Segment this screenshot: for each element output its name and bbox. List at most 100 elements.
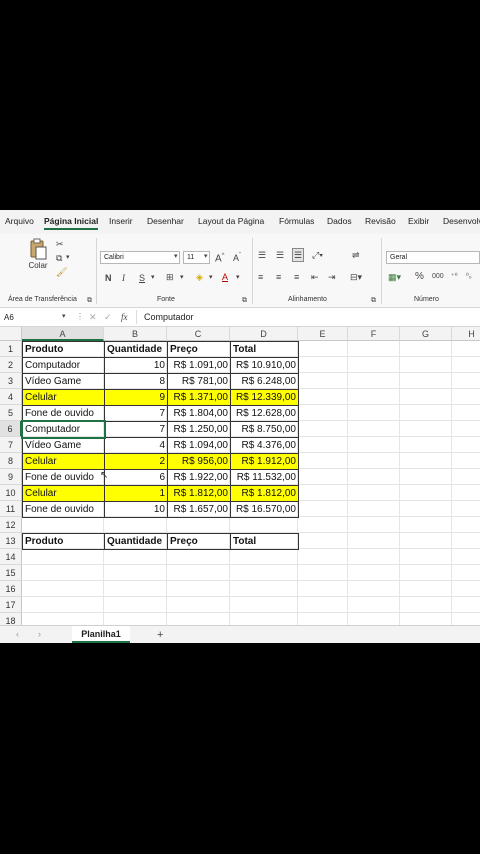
cell[interactable]: [400, 469, 452, 485]
align-bottom-icon[interactable]: ☰: [292, 248, 305, 262]
header-cell[interactable]: Produto: [22, 341, 105, 358]
cell[interactable]: [400, 389, 452, 405]
tab-layout-da-p-gina[interactable]: Layout da Página: [198, 216, 264, 226]
column-header-h[interactable]: H: [452, 327, 480, 341]
cell[interactable]: [230, 597, 298, 613]
data-cell-total[interactable]: R$ 1.912,00: [230, 453, 299, 470]
tab-exibir[interactable]: Exibir: [408, 216, 429, 226]
data-cell-preco[interactable]: R$ 1.657,00: [167, 501, 231, 518]
cell[interactable]: [400, 549, 452, 565]
cell[interactable]: [452, 437, 480, 453]
data-cell-qtd[interactable]: 4: [104, 437, 168, 454]
cell[interactable]: [348, 373, 400, 389]
align-top-icon[interactable]: ☰: [258, 249, 266, 261]
chevron-down-icon[interactable]: ▾: [180, 272, 184, 284]
data-cell-total[interactable]: R$ 10.910,00: [230, 357, 299, 374]
data-cell-qtd[interactable]: 7: [104, 421, 168, 438]
chevron-down-icon[interactable]: ▾: [209, 272, 213, 284]
data-cell-produto[interactable]: Vídeo Game: [22, 373, 105, 390]
criteria-header-cell[interactable]: Produto: [22, 533, 105, 550]
tab-arquivo[interactable]: Arquivo: [5, 216, 34, 226]
cell[interactable]: [348, 597, 400, 613]
formula-input[interactable]: Computador: [144, 311, 194, 324]
bold-button[interactable]: N: [105, 272, 112, 284]
cell[interactable]: [348, 437, 400, 453]
underline-button[interactable]: S: [139, 272, 145, 284]
cell[interactable]: [452, 565, 480, 581]
chevron-down-icon[interactable]: ▾: [236, 272, 240, 284]
cell[interactable]: [452, 357, 480, 373]
data-cell-produto[interactable]: Celular: [22, 453, 105, 470]
cell[interactable]: [298, 533, 348, 549]
cell[interactable]: [230, 581, 298, 597]
cell[interactable]: [348, 565, 400, 581]
align-middle-icon[interactable]: ☰: [276, 249, 284, 261]
cell[interactable]: [298, 485, 348, 501]
cell[interactable]: [298, 549, 348, 565]
row-header-1[interactable]: 1: [0, 341, 22, 357]
cell[interactable]: [452, 549, 480, 565]
cell[interactable]: [348, 453, 400, 469]
format-painter-icon[interactable]: 🖌: [56, 266, 67, 278]
comma-style-icon[interactable]: 000: [432, 271, 444, 283]
copy-icon[interactable]: ⧉: [56, 252, 62, 264]
cancel-icon[interactable]: ✕: [89, 311, 97, 323]
row-header-15[interactable]: 15: [0, 565, 22, 581]
cell[interactable]: [298, 565, 348, 581]
row-header-10[interactable]: 10: [0, 485, 22, 501]
data-cell-total[interactable]: R$ 16.570,00: [230, 501, 299, 518]
cell[interactable]: [298, 373, 348, 389]
row-header-2[interactable]: 2: [0, 357, 22, 373]
cell[interactable]: [452, 517, 480, 533]
data-cell-produto[interactable]: Fone de ouvido: [22, 501, 105, 518]
number-format-select[interactable]: Geral: [386, 251, 480, 264]
cell[interactable]: [400, 581, 452, 597]
cell[interactable]: [400, 485, 452, 501]
merge-center-icon[interactable]: ⊟▾: [350, 271, 362, 283]
cell[interactable]: [104, 549, 167, 565]
data-cell-produto[interactable]: Computador: [22, 357, 105, 374]
data-cell-produto[interactable]: Celular: [22, 389, 105, 406]
row-header-9[interactable]: 9: [0, 469, 22, 485]
font-color-icon[interactable]: A: [222, 271, 228, 283]
row-header-12[interactable]: 12: [0, 517, 22, 533]
cell[interactable]: [22, 549, 104, 565]
percent-style-button[interactable]: %: [415, 271, 424, 283]
data-cell-total[interactable]: R$ 6.248,00: [230, 373, 299, 390]
cell[interactable]: [452, 389, 480, 405]
row-header-5[interactable]: 5: [0, 405, 22, 421]
tab-desenvolv[interactable]: Desenvolv: [443, 216, 480, 226]
cell[interactable]: [452, 341, 480, 357]
cell[interactable]: [452, 421, 480, 437]
data-cell-produto[interactable]: Celular: [22, 485, 105, 502]
cell[interactable]: [348, 421, 400, 437]
chevron-down-icon[interactable]: ▾: [151, 272, 155, 284]
cell[interactable]: [348, 389, 400, 405]
cut-icon[interactable]: ✂: [56, 238, 64, 250]
data-cell-qtd[interactable]: 10: [104, 357, 168, 374]
more-options-icon[interactable]: ⋮: [76, 311, 84, 323]
criteria-header-cell[interactable]: Quantidade: [104, 533, 168, 550]
cell[interactable]: [22, 517, 104, 533]
data-cell-total[interactable]: R$ 12.339,00: [230, 389, 299, 406]
data-cell-preco[interactable]: R$ 1.094,00: [167, 437, 231, 454]
data-cell-preco[interactable]: R$ 1.804,00: [167, 405, 231, 422]
cell[interactable]: [298, 501, 348, 517]
data-cell-preco[interactable]: R$ 781,00: [167, 373, 231, 390]
cell[interactable]: [452, 485, 480, 501]
paste-button[interactable]: Colar: [24, 260, 52, 272]
cell[interactable]: [230, 565, 298, 581]
row-header-17[interactable]: 17: [0, 597, 22, 613]
cell[interactable]: [452, 405, 480, 421]
add-sheet-button[interactable]: +: [157, 629, 163, 641]
cell[interactable]: [348, 357, 400, 373]
cell[interactable]: [348, 517, 400, 533]
cell[interactable]: [400, 597, 452, 613]
sheet-tab-planilha1[interactable]: Planilha1: [72, 626, 130, 643]
tab-revis-o[interactable]: Revisão: [365, 216, 396, 226]
cell[interactable]: [400, 501, 452, 517]
enter-icon[interactable]: ✓: [104, 311, 112, 323]
cell[interactable]: [167, 517, 230, 533]
cell[interactable]: [230, 517, 298, 533]
cell[interactable]: [22, 565, 104, 581]
